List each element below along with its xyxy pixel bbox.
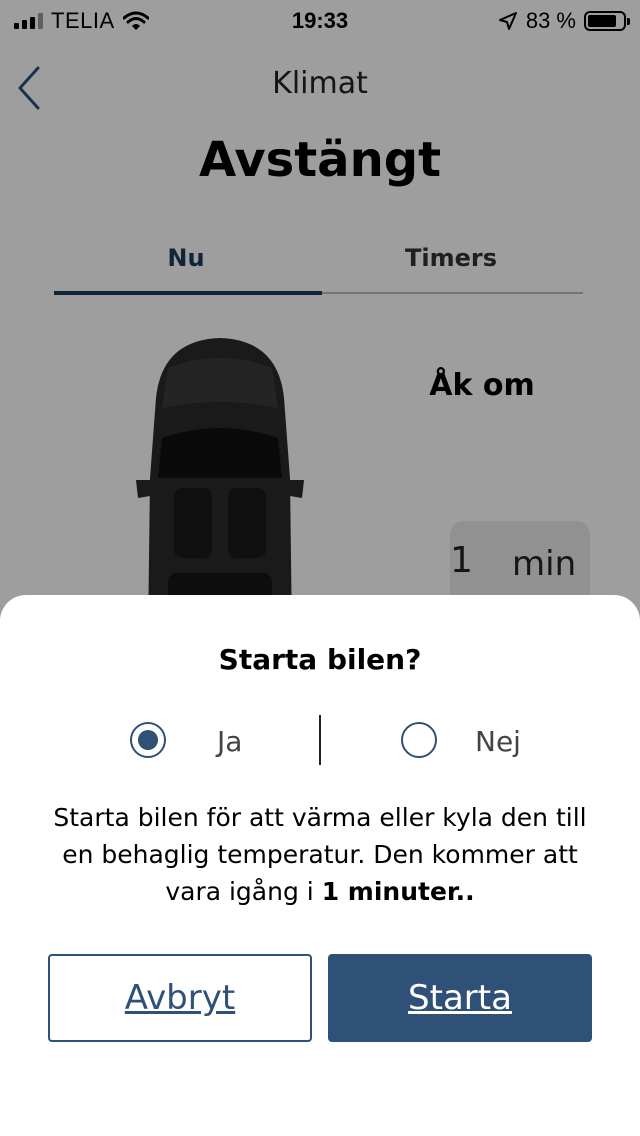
cancel-button[interactable]: Avbryt xyxy=(48,954,312,1042)
start-car-dialog: Starta bilen? Ja Nej Starta bilen för at… xyxy=(0,595,640,1136)
dialog-description: Starta bilen för att värma eller kyla de… xyxy=(40,799,600,910)
climate-screen: TELIA 19:33 83 % Klimat Avstängt Nu Time… xyxy=(0,0,640,1136)
dialog-description-text: Starta bilen för att värma eller kyla de… xyxy=(53,803,587,906)
start-button[interactable]: Starta xyxy=(328,954,592,1042)
radio-nej[interactable] xyxy=(401,722,437,758)
option-divider xyxy=(319,715,321,765)
radio-selected-icon xyxy=(138,730,158,750)
dialog-description-emphasis: 1 minuter.. xyxy=(321,877,475,906)
radio-ja-label[interactable]: Ja xyxy=(217,725,242,758)
radio-ja[interactable] xyxy=(130,722,166,758)
dialog-title: Starta bilen? xyxy=(218,643,422,676)
radio-nej-label[interactable]: Nej xyxy=(475,725,521,758)
